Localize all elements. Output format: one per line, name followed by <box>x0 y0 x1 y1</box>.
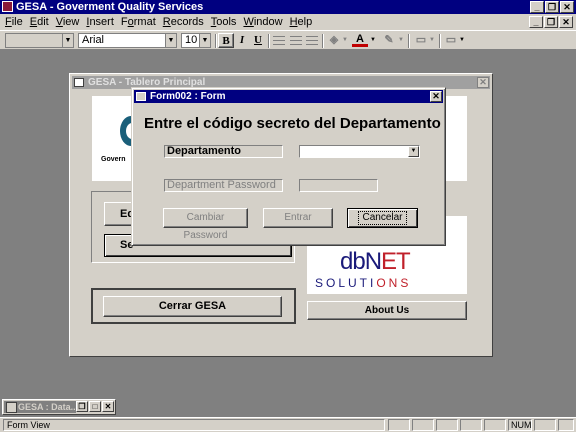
object-select[interactable]: ▼ <box>5 33 74 48</box>
maximize-icon[interactable]: □ <box>89 401 101 412</box>
doc-restore-icon[interactable]: ❐ <box>544 16 558 28</box>
line-width-icon[interactable]: ▭ <box>413 33 429 48</box>
cancelar-button[interactable]: Cancelar <box>347 208 418 228</box>
minimized-controls: ❐ □ ✕ <box>76 401 114 412</box>
departamento-label: Departamento <box>164 145 283 158</box>
status-text: Form View <box>3 419 385 431</box>
menu-format[interactable]: Format <box>121 16 156 28</box>
chevron-down-icon[interactable]: ▼ <box>165 34 176 47</box>
menu-edit[interactable]: Edit <box>30 16 49 28</box>
special-effect-icon[interactable]: ▭ <box>443 33 459 48</box>
department-password-field[interactable] <box>299 179 378 192</box>
form-icon <box>136 92 146 101</box>
menu-file[interactable]: File <box>5 16 23 28</box>
form002-title-bar[interactable]: Form002 : Form ✕ <box>134 90 443 103</box>
status-panel <box>436 419 458 431</box>
solutions-wordmark: SOLUTIONS <box>315 276 412 290</box>
close-icon[interactable]: ✕ <box>560 1 574 13</box>
chevron-down-icon[interactable]: ▼ <box>428 33 436 48</box>
cerrar-gesa-button[interactable]: Cerrar GESA <box>103 296 282 317</box>
font-color-button[interactable]: A <box>352 33 368 47</box>
menu-help[interactable]: Help <box>290 16 313 28</box>
chevron-down-icon[interactable]: ▼ <box>341 33 349 48</box>
bold-button[interactable]: B <box>218 33 234 48</box>
status-panel <box>388 419 410 431</box>
menu-tools[interactable]: Tools <box>211 16 237 28</box>
size-grip[interactable] <box>558 419 574 431</box>
close-icon[interactable]: ✕ <box>102 401 114 412</box>
status-panel <box>460 419 482 431</box>
chevron-down-icon[interactable]: ▼ <box>62 34 73 47</box>
dbnet-wordmark: dbNET <box>340 248 411 275</box>
menu-bar: File Edit View Insert Format Records Too… <box>0 14 576 30</box>
font-size-select[interactable]: 10 ▼ <box>181 33 211 48</box>
departamento-combo[interactable]: ▼ <box>299 145 420 158</box>
formatting-toolbar: ▼ Arial ▼ 10 ▼ B I U ◈ ▼ A ▼ ✎ ▼ ▭ ▼ ▭ ▼ <box>0 30 576 50</box>
align-center-icon[interactable] <box>290 36 302 45</box>
align-left-icon[interactable] <box>273 36 285 45</box>
doc-minimize-icon[interactable]: _ <box>529 16 543 28</box>
menu-view[interactable]: View <box>56 16 80 28</box>
minimize-icon[interactable]: _ <box>530 1 544 13</box>
about-us-button[interactable]: About Us <box>307 301 467 320</box>
chevron-down-icon[interactable]: ▼ <box>199 34 210 47</box>
logo-panel-right <box>445 96 467 181</box>
status-panel <box>534 419 556 431</box>
menu-insert[interactable]: Insert <box>86 16 114 28</box>
form002-dialog: Form002 : Form ✕ Entre el código secreto… <box>131 87 446 246</box>
gov-logo-text: Govern <box>101 156 126 163</box>
close-icon[interactable]: ✕ <box>477 77 489 88</box>
chevron-down-icon[interactable]: ▼ <box>397 33 405 48</box>
font-name-select[interactable]: Arial ▼ <box>78 33 177 48</box>
app-title-bar: GESA - Goverment Quality Services _ ❐ ✕ <box>0 0 576 14</box>
chevron-down-icon[interactable]: ▼ <box>458 33 466 48</box>
align-right-icon[interactable] <box>306 36 318 45</box>
minimized-title: GESA : Data... <box>4 401 76 413</box>
line-color-icon[interactable]: ✎ <box>381 33 397 48</box>
window-controls: _ ❐ ✕ <box>530 1 574 13</box>
doc-close-icon[interactable]: ✕ <box>559 16 573 28</box>
num-lock-indicator: NUM <box>508 419 532 431</box>
document-window-controls: _ ❐ ✕ <box>529 16 573 28</box>
cambiar-password-button[interactable]: Cambiar Password <box>163 208 248 241</box>
access-app-icon[interactable] <box>2 1 13 12</box>
status-panel <box>484 419 506 431</box>
status-bar: Form View NUM <box>0 417 576 432</box>
form002-title: Form002 : Form <box>150 91 226 102</box>
chevron-down-icon[interactable]: ▼ <box>408 146 419 157</box>
restore-icon[interactable]: ❐ <box>545 1 559 13</box>
form-heading: Entre el código secreto del Departamento <box>144 115 441 132</box>
minimized-window-gesa-data[interactable]: GESA : Data... ❐ □ ✕ <box>2 399 116 415</box>
department-password-label: Department Password <box>164 179 283 192</box>
italic-button[interactable]: I <box>234 33 250 48</box>
app-title: GESA - Goverment Quality Services <box>16 1 204 13</box>
underline-button[interactable]: U <box>250 33 266 48</box>
form-icon <box>74 78 84 87</box>
menu-window[interactable]: Window <box>243 16 282 28</box>
close-icon[interactable]: ✕ <box>430 91 442 102</box>
entrar-button[interactable]: Entrar <box>263 208 333 228</box>
chevron-down-icon[interactable]: ▼ <box>369 33 377 48</box>
fill-color-icon[interactable]: ◈ <box>326 33 342 48</box>
restore-icon[interactable]: ❐ <box>76 401 88 412</box>
status-panel <box>412 419 434 431</box>
menu-records[interactable]: Records <box>163 16 204 28</box>
